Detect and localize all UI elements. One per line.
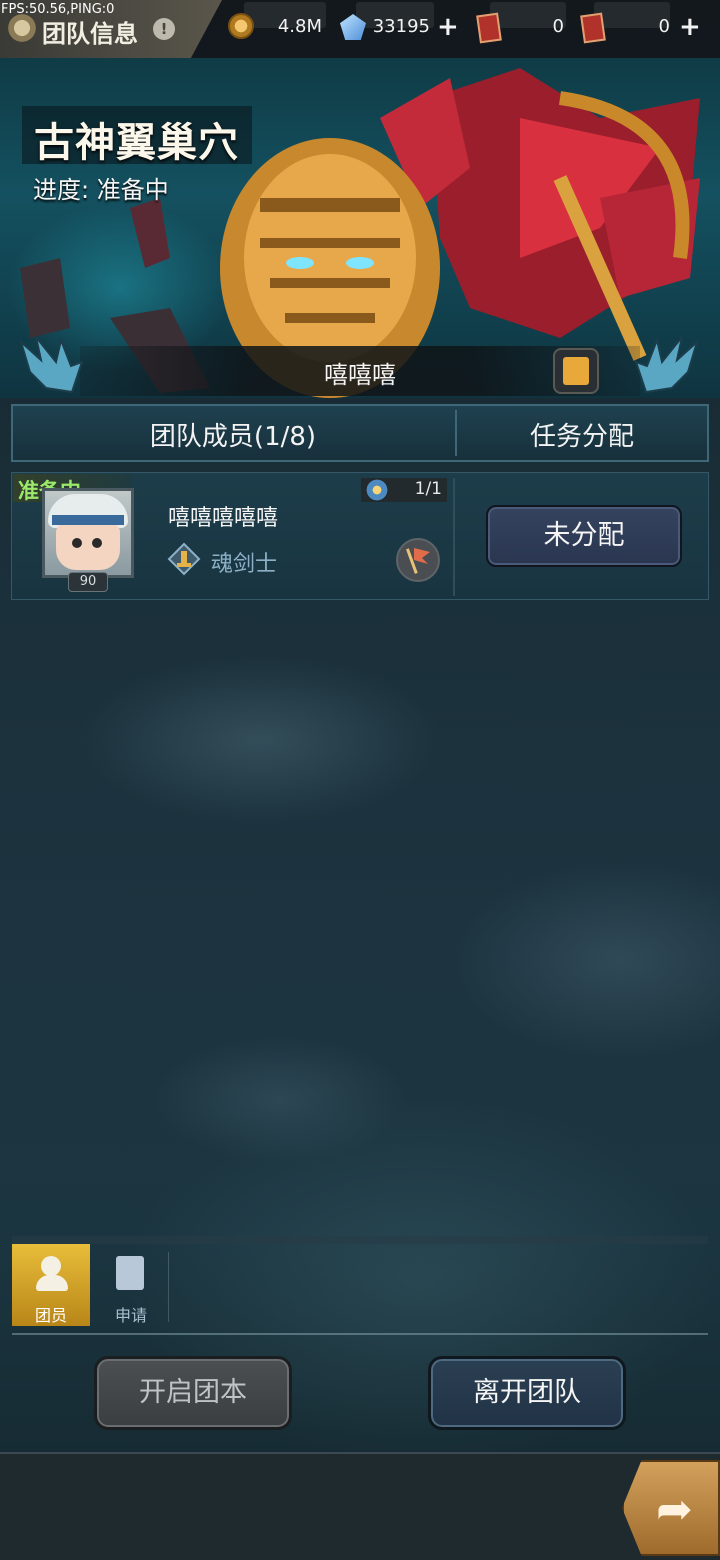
member-level: 90 <box>68 572 108 592</box>
members-icon <box>41 1256 61 1276</box>
flag-icon <box>406 548 430 574</box>
tab-task-assignment[interactable]: 任务分配 <box>457 416 707 453</box>
member-class: 魂剑士 <box>211 552 278 577</box>
gold-coin-icon <box>228 13 254 39</box>
wing-ornament-right-icon <box>634 336 699 394</box>
row-divider <box>453 478 455 596</box>
wing-ornament-left-icon <box>19 336 84 394</box>
progress-status: 进度: 准备中 <box>33 176 169 204</box>
ticket-icon <box>476 12 502 44</box>
avatar-face <box>56 524 120 570</box>
flag-button[interactable] <box>396 538 440 582</box>
assignment-count: 1/1 <box>414 479 442 499</box>
avatar-headband <box>52 515 124 525</box>
currency-ticket1-value: 0 <box>552 16 564 37</box>
crystal-plus-button[interactable]: + <box>437 12 459 42</box>
members-icon-body <box>36 1275 68 1291</box>
application-icon[interactable] <box>116 1256 144 1290</box>
avatar-eye <box>92 538 102 548</box>
page-title: 团队信息 <box>42 20 138 48</box>
side-tab-apply-label[interactable]: 申请 <box>92 1302 170 1326</box>
unassigned-button[interactable]: 未分配 <box>486 505 682 567</box>
info-icon[interactable]: ! <box>153 18 175 40</box>
avatar-eye <box>72 538 82 548</box>
chat-strip[interactable] <box>0 1452 720 1560</box>
currency-ticket2-value: 0 <box>658 16 670 37</box>
start-raid-button[interactable]: 开启团本 <box>94 1356 292 1430</box>
fps-readout: FPS:50.56,PING:0 <box>1 2 115 17</box>
team-name: 嘻嘻嘻 <box>324 361 396 389</box>
side-tab-members-label: 团员 <box>34 1306 67 1325</box>
leave-team-button[interactable]: 离开团队 <box>428 1356 626 1430</box>
bottom-panel-divider <box>12 1333 708 1335</box>
share-arrow-icon: ➦ <box>656 1484 693 1535</box>
bottom-panel-top-edge <box>12 1236 708 1244</box>
dungeon-title: 古神翼巢穴 <box>34 120 239 166</box>
sword-class-icon <box>167 542 201 576</box>
tab-team-members[interactable]: 团队成员(1/8) <box>13 416 453 453</box>
side-tab-divider <box>168 1252 169 1322</box>
ticket-icon <box>580 12 606 44</box>
ticket-plus-button[interactable]: + <box>679 12 701 42</box>
assignment-icon <box>365 478 389 502</box>
currency-crystal-value: 33195 <box>372 16 430 37</box>
member-name: 嘻嘻嘻嘻嘻 <box>168 506 279 531</box>
edit-icon <box>563 357 589 385</box>
currency-gold-value: 4.8M <box>277 16 322 37</box>
